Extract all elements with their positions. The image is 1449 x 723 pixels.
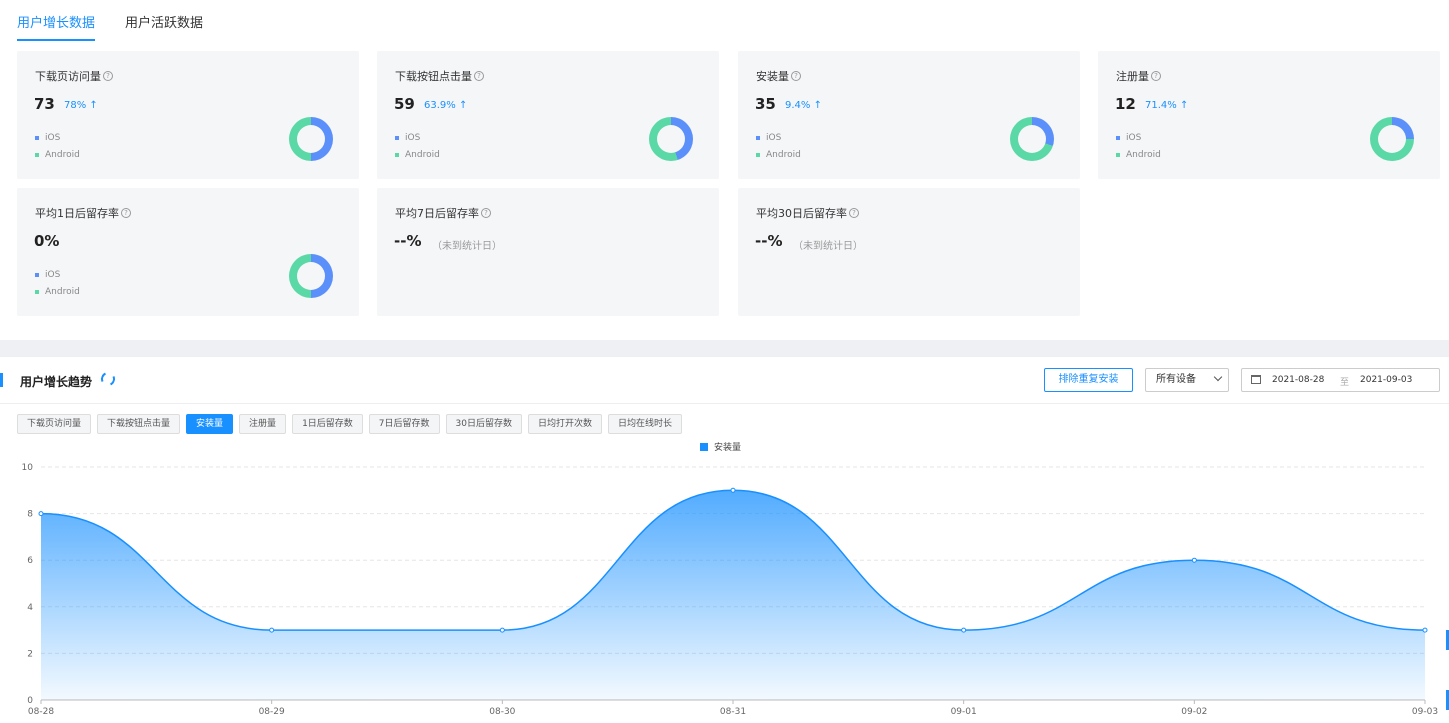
trend-panel: 用户增长趋势 排除重复安装 所有设备 2021-08-28 至 2021-09-… [0, 357, 1449, 723]
legend-ios: iOS [395, 133, 420, 143]
data-point [730, 487, 736, 493]
help-icon[interactable]: ? [474, 71, 484, 81]
card-value: --% [394, 232, 422, 250]
x-tick-label: 08-28 [28, 707, 54, 717]
ios-swatch [35, 273, 39, 277]
data-point [269, 627, 275, 633]
card-value: 0% [34, 232, 60, 250]
ios-swatch [35, 136, 39, 140]
arrow-up-icon: ↑ [89, 100, 98, 111]
legend-android: Android [35, 150, 80, 160]
tab-user-activity[interactable]: 用户活跃数据 [125, 12, 203, 41]
card-value: 12 [1115, 95, 1136, 113]
ios-swatch [395, 136, 399, 140]
android-swatch [395, 153, 399, 157]
data-point [1191, 557, 1197, 563]
x-tick-label: 08-31 [720, 707, 746, 717]
card-growth: 71.4% ↑ [1145, 100, 1189, 111]
card-growth: 9.4% ↑ [785, 100, 822, 111]
android-swatch [35, 290, 39, 294]
android-swatch [1116, 153, 1120, 157]
y-tick-label: 6 [27, 556, 33, 566]
ios-swatch [1116, 136, 1120, 140]
card-title: 下载页访问量? [35, 68, 113, 84]
legend-ios: iOS [756, 133, 781, 143]
help-icon[interactable]: ? [791, 71, 801, 81]
legend-android: Android [1116, 150, 1161, 160]
card-title: 平均7日后留存率? [395, 205, 491, 221]
legend-android: Android [756, 150, 801, 160]
data-point [1422, 627, 1428, 633]
card-download-button-clicks: 下载按钮点击量? 59 63.9% ↑ iOS Android [377, 51, 719, 179]
donut-chart [1010, 117, 1054, 161]
y-tick-label: 4 [27, 603, 33, 613]
trend-chart: 0 2 4 6 8 10 08-28 08-29 08-30 08-31 09-01 09-02 09-… [22, 463, 1439, 717]
card-title: 安装量? [756, 68, 801, 84]
help-icon[interactable]: ? [121, 208, 131, 218]
series-area [41, 490, 1425, 700]
donut-chart [289, 254, 333, 298]
arrow-up-icon: ↑ [458, 100, 468, 111]
y-tick-label: 0 [27, 696, 33, 706]
overview-panel: 用户增长数据 用户活跃数据 下载页访问量? 73 78% ↑ iOS Andro… [0, 0, 1449, 340]
card-installs: 安装量? 35 9.4% ↑ iOS Android [738, 51, 1080, 179]
data-point [499, 627, 505, 633]
card-retention-7d: 平均7日后留存率? --% （未到统计日） [377, 188, 719, 316]
x-tick-label: 08-30 [489, 707, 515, 717]
data-point [38, 511, 44, 517]
card-title: 平均30日后留存率? [756, 205, 859, 221]
legend-ios: iOS [35, 133, 60, 143]
card-value: --% [755, 232, 783, 250]
card-growth: 78% ↑ [64, 100, 98, 111]
help-icon[interactable]: ? [849, 208, 859, 218]
y-tick-label: 8 [27, 510, 33, 520]
arrow-up-icon: ↑ [813, 100, 822, 111]
help-icon[interactable]: ? [1151, 71, 1161, 81]
x-tick-label: 09-02 [1181, 707, 1207, 717]
tab-user-growth[interactable]: 用户增长数据 [17, 12, 96, 41]
card-value: 35 [755, 95, 776, 113]
arrow-up-icon: ↑ [1179, 100, 1189, 111]
x-tick-label: 08-29 [259, 707, 285, 717]
y-tick-label: 10 [22, 463, 34, 473]
card-note: （未到统计日） [432, 241, 502, 252]
card-value: 73 [34, 95, 55, 113]
x-tick-label: 09-03 [1412, 707, 1438, 717]
card-title: 下载按钮点击量? [395, 68, 484, 84]
legend-android: Android [35, 287, 80, 297]
x-tick-label: 09-01 [951, 707, 977, 717]
donut-chart [289, 117, 333, 161]
card-retention-1d: 平均1日后留存率? 0% iOS Android [17, 188, 359, 316]
card-registrations: 注册量? 12 71.4% ↑ iOS Android [1098, 51, 1440, 179]
y-tick-label: 2 [27, 649, 33, 659]
card-note: （未到统计日） [793, 241, 863, 252]
android-swatch [756, 153, 760, 157]
card-value: 59 [394, 95, 415, 113]
help-icon[interactable]: ? [103, 71, 113, 81]
card-growth: 63.9% ↑ [424, 100, 468, 111]
legend-ios: iOS [35, 270, 60, 280]
legend-android: Android [395, 150, 440, 160]
card-title: 平均1日后留存率? [35, 205, 131, 221]
android-swatch [35, 153, 39, 157]
donut-chart [649, 117, 693, 161]
legend-ios: iOS [1116, 133, 1141, 143]
card-retention-30d: 平均30日后留存率? --% （未到统计日） [738, 188, 1080, 316]
card-download-page-visits: 下载页访问量? 73 78% ↑ iOS Android [17, 51, 359, 179]
card-title: 注册量? [1116, 68, 1161, 84]
ios-swatch [756, 136, 760, 140]
data-tabs: 用户增长数据 用户活跃数据 [17, 12, 203, 41]
donut-chart [1370, 117, 1414, 161]
help-icon[interactable]: ? [481, 208, 491, 218]
data-point [961, 627, 967, 633]
